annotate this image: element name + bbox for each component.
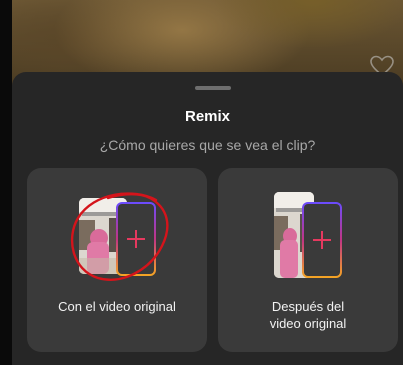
sheet-grabber[interactable] — [195, 86, 231, 90]
option-label-line-2: video original — [269, 316, 347, 331]
option-with-original-video[interactable]: Con el video original — [27, 168, 207, 352]
new-clip-frame — [116, 202, 156, 276]
remix-screen: Remix ¿Cómo quieres que se vea el clip? … — [0, 0, 403, 365]
left-edge — [0, 0, 12, 365]
sheet-subtitle: ¿Cómo quieres que se vea el clip? — [99, 137, 316, 153]
sheet-title: Remix — [184, 108, 231, 125]
new-clip-frame — [302, 202, 342, 278]
option-after-original-video[interactable]: Después del video original — [218, 168, 398, 352]
plus-icon — [313, 231, 331, 249]
plus-icon — [127, 230, 145, 248]
option-label: Después del video original — [218, 298, 398, 332]
option-label-line-1: Después del — [271, 299, 345, 314]
option-label: Con el video original — [58, 299, 176, 314]
